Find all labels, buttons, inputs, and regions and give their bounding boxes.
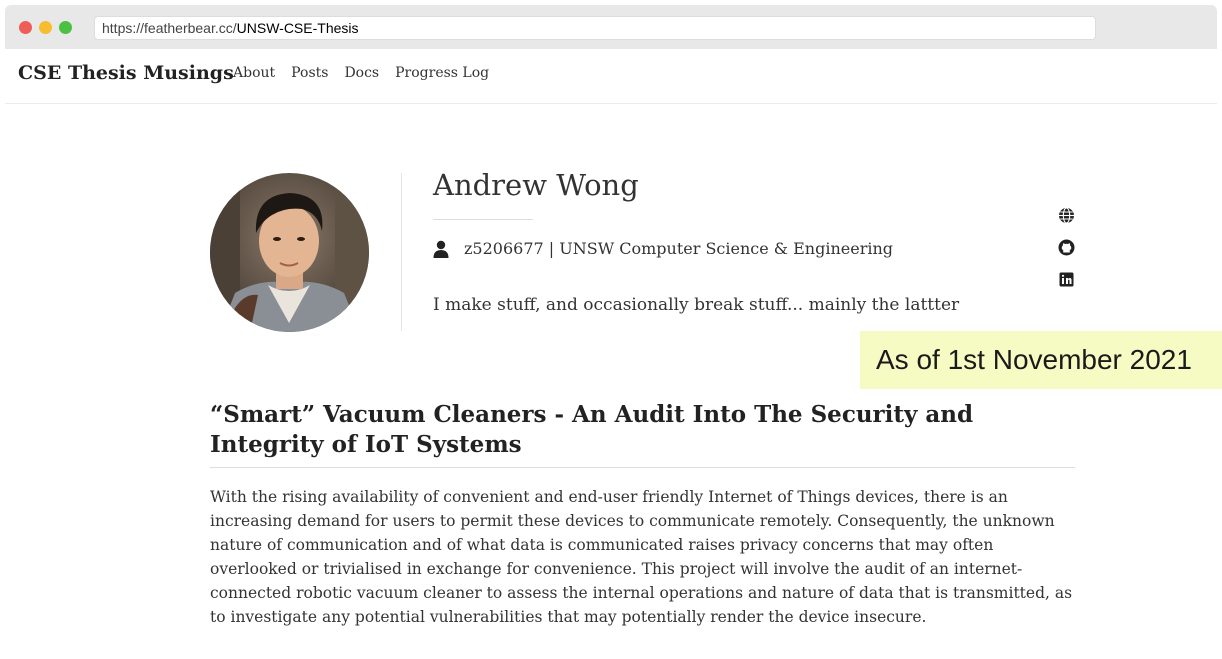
nav-link-about[interactable]: About xyxy=(233,65,275,81)
minimize-window-button[interactable] xyxy=(39,21,52,34)
nav-link-posts[interactable]: Posts xyxy=(291,65,328,81)
nav-link-docs[interactable]: Docs xyxy=(344,65,379,81)
site-navbar: CSE Thesis Musings About Posts Docs Prog… xyxy=(5,49,1217,104)
post-divider xyxy=(210,467,1075,468)
maximize-window-button[interactable] xyxy=(59,21,72,34)
github-icon[interactable] xyxy=(1058,239,1075,256)
nav-links: About Posts Docs Progress Log xyxy=(233,65,489,81)
address-bar[interactable]: https://featherbear.cc/UNSW-CSE-Thesis xyxy=(94,16,1096,40)
url-path: UNSW-CSE-Thesis xyxy=(236,20,359,36)
profile-bio: I make stuff, and occasionally break stu… xyxy=(433,295,960,315)
nav-link-progress-log[interactable]: Progress Log xyxy=(395,65,489,81)
profile-divider xyxy=(401,173,402,331)
name-underline xyxy=(433,219,533,220)
profile-name: Andrew Wong xyxy=(433,168,639,202)
browser-toolbar: https://featherbear.cc/UNSW-CSE-Thesis xyxy=(5,5,1217,49)
close-window-button[interactable] xyxy=(19,21,32,34)
site-brand-link[interactable]: CSE Thesis Musings xyxy=(18,62,234,84)
user-icon xyxy=(433,240,449,258)
post-abstract: With the rising availability of convenie… xyxy=(210,488,1073,626)
date-annotation: As of 1st November 2021 xyxy=(860,331,1222,389)
student-id-line: z5206677 | UNSW Computer Science & Engin… xyxy=(464,239,894,258)
linkedin-icon[interactable] xyxy=(1058,271,1075,288)
post-title[interactable]: “Smart” Vacuum Cleaners - An Audit Into … xyxy=(210,400,1080,460)
url-base: https://featherbear.cc/ xyxy=(102,20,237,36)
globe-icon[interactable] xyxy=(1058,207,1075,224)
avatar xyxy=(210,173,369,332)
